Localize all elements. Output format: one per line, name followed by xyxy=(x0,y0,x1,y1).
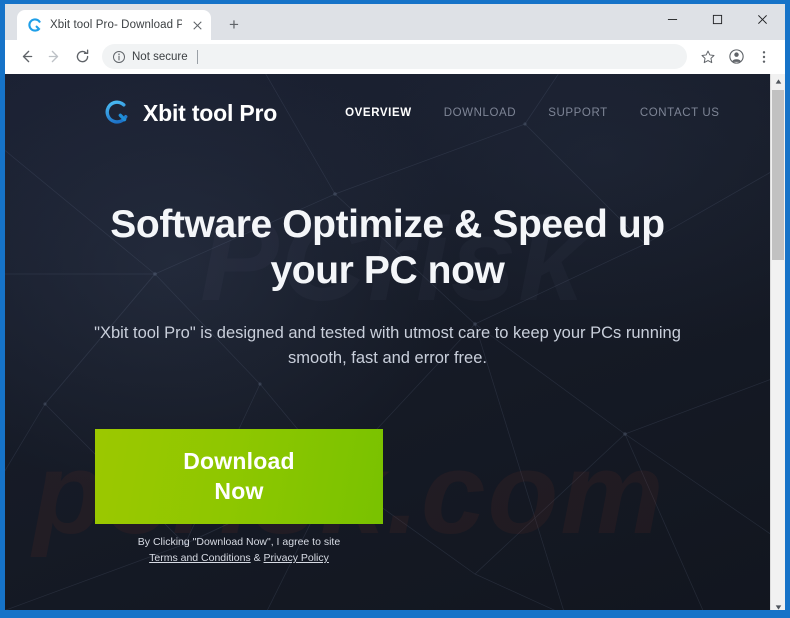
tab-strip: Xbit tool Pro- Download PC Clea + xyxy=(5,4,785,40)
xbit-ring-logo-icon xyxy=(103,98,133,128)
cta-note-separator: & xyxy=(253,552,261,564)
address-separator xyxy=(196,49,198,64)
three-dot-menu-icon[interactable] xyxy=(751,44,777,70)
terms-and-conditions-link[interactable]: Terms and Conditions xyxy=(149,552,251,564)
back-arrow-icon[interactable] xyxy=(13,44,39,70)
scrollbar-thumb[interactable] xyxy=(772,90,784,260)
download-button-line1: Download xyxy=(183,448,295,474)
nav-item-contact-us[interactable]: CONTACT US xyxy=(640,107,720,119)
browser-window-inner: Xbit tool Pro- Download PC Clea + xyxy=(5,4,785,610)
tab-title: Xbit tool Pro- Download PC Clea xyxy=(50,19,182,31)
nav-item-download[interactable]: DOWNLOAD xyxy=(444,107,517,119)
brand-name: Xbit tool Pro xyxy=(143,99,278,126)
nav-item-overview[interactable]: OVERVIEW xyxy=(345,107,412,119)
forward-arrow-icon xyxy=(41,44,67,70)
site-nav: OVERVIEW DOWNLOAD SUPPORT CONTACT US xyxy=(345,107,719,119)
browser-tab[interactable]: Xbit tool Pro- Download PC Clea xyxy=(17,10,211,40)
hero-headline-line1: Software Optimize & Speed up xyxy=(110,203,665,246)
hero-headline-line2: your PC now xyxy=(270,249,505,292)
star-icon[interactable] xyxy=(695,44,721,70)
close-window-icon[interactable] xyxy=(740,4,785,35)
address-bar[interactable]: Not secure xyxy=(102,44,687,69)
maximize-icon[interactable] xyxy=(695,4,740,35)
cta-disclaimer: By Clicking "Download Now", I agree to s… xyxy=(95,534,383,566)
hero-subtext: "Xbit tool Pro" is designed and tested w… xyxy=(94,324,681,367)
cta-disclaimer-text: By Clicking "Download Now", I agree to s… xyxy=(137,536,341,548)
security-status-label: Not secure xyxy=(132,50,188,63)
profile-avatar-icon[interactable] xyxy=(723,44,749,70)
nav-item-support[interactable]: SUPPORT xyxy=(548,107,608,119)
minimize-icon[interactable] xyxy=(650,4,695,35)
download-now-button[interactable]: Download Now xyxy=(95,429,383,524)
reload-icon[interactable] xyxy=(69,44,95,70)
privacy-policy-link[interactable]: Privacy Policy xyxy=(264,552,329,564)
website-page: PCrisk pcrisk.com xyxy=(5,74,770,610)
cta-section: Download Now By Clicking "Download Now",… xyxy=(5,371,770,566)
browser-window: Xbit tool Pro- Download PC Clea + xyxy=(0,0,790,618)
scroll-down-arrow-icon[interactable] xyxy=(771,600,785,610)
info-circle-icon[interactable] xyxy=(112,50,126,64)
page-scrollbar[interactable] xyxy=(770,74,785,610)
hero-headline: Software Optimize & Speed up your PC now xyxy=(88,202,688,294)
page-viewport: PCrisk pcrisk.com xyxy=(5,74,785,610)
download-button-line2: Now xyxy=(214,478,264,504)
xbit-q-logo-icon xyxy=(27,17,43,33)
brand-logo[interactable]: Xbit tool Pro xyxy=(103,98,277,128)
browser-toolbar: Not secure xyxy=(5,40,785,74)
hero-section: Software Optimize & Speed up your PC now… xyxy=(5,130,770,371)
window-controls xyxy=(650,4,785,35)
scroll-up-arrow-icon[interactable] xyxy=(771,74,785,89)
site-header: Xbit tool Pro OVERVIEW DOWNLOAD SUPPORT … xyxy=(5,74,770,130)
close-icon[interactable] xyxy=(189,17,205,33)
new-tab-button[interactable]: + xyxy=(220,11,248,39)
